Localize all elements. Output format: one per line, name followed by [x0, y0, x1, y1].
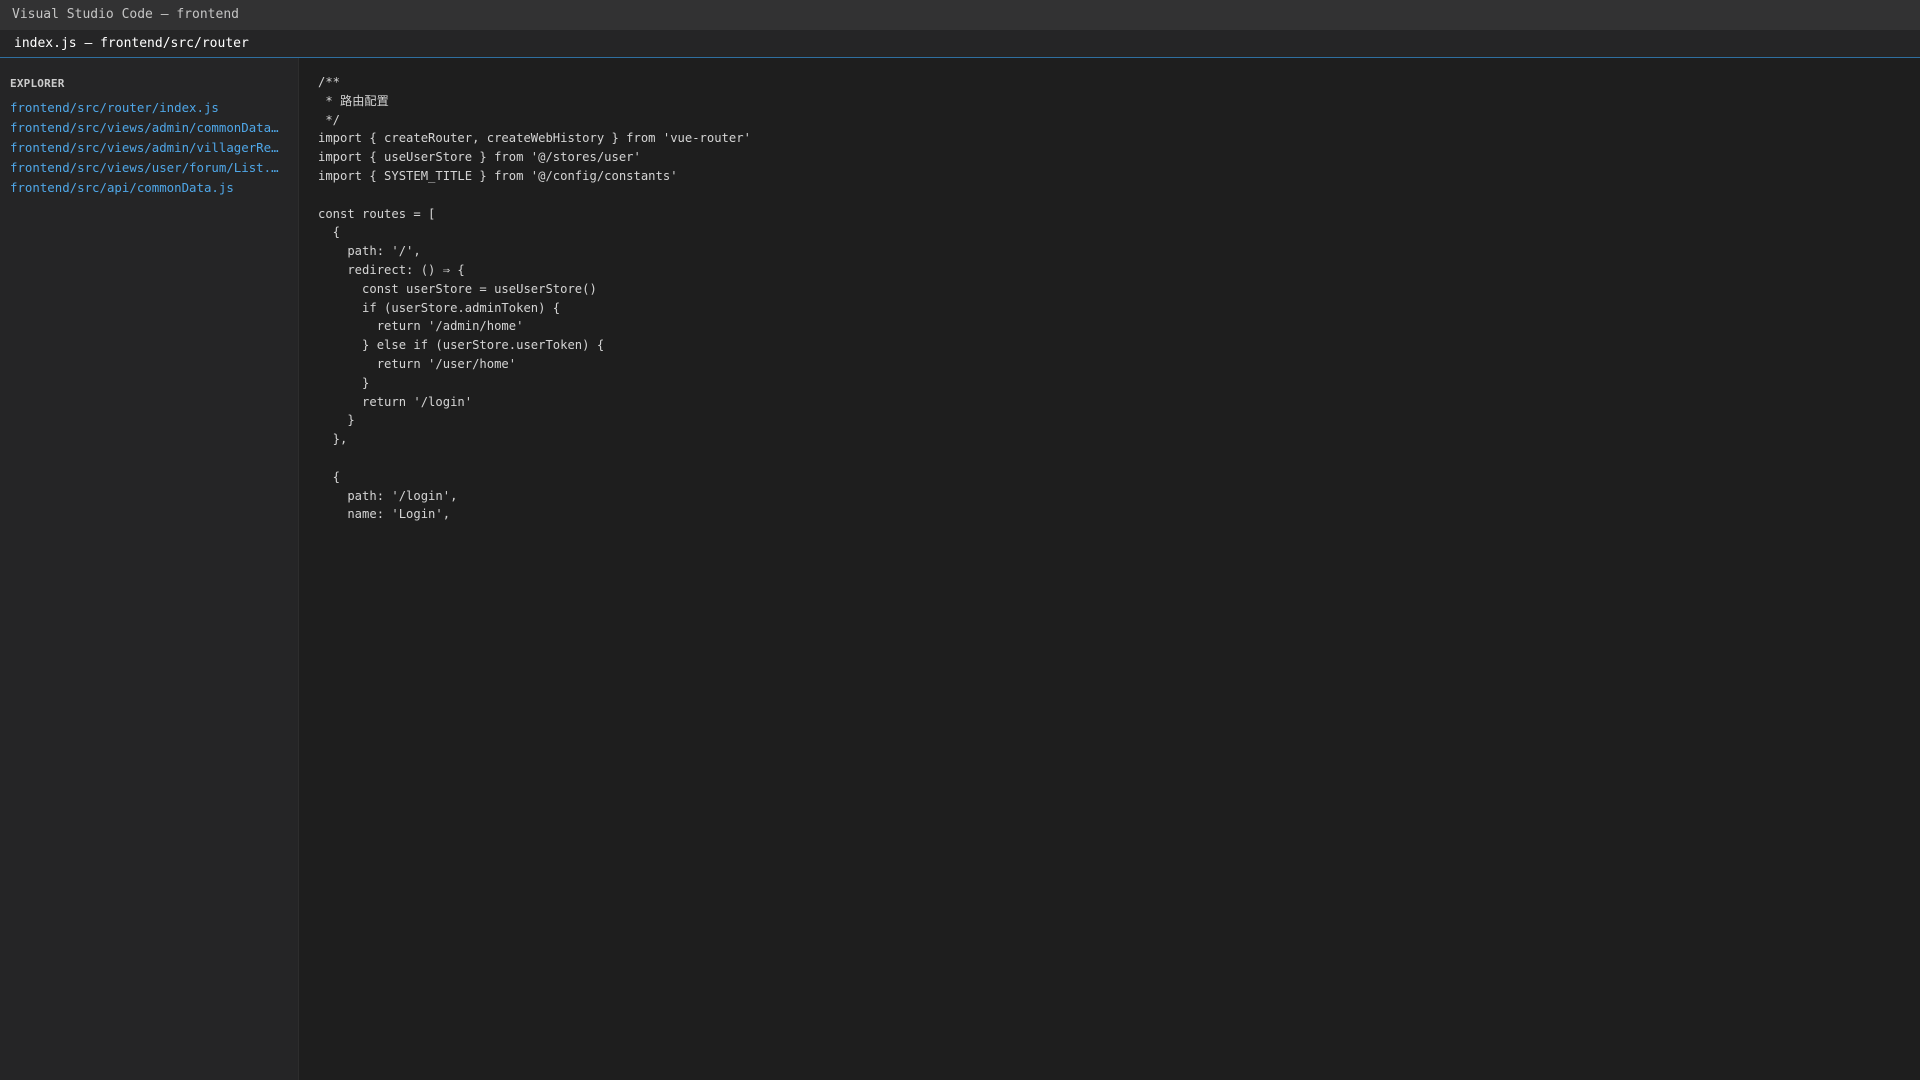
window-title: Visual Studio Code — frontend	[0, 0, 1920, 30]
code-line: /**	[318, 75, 341, 89]
code-line: {	[318, 469, 341, 484]
file-item-api-commondata[interactable]: frontend/src/api/commonData.js	[0, 178, 298, 198]
explorer-title: EXPLORER	[10, 77, 65, 90]
code-line: {	[318, 225, 341, 240]
code-line: name: 'Login',	[318, 507, 451, 522]
code-content[interactable]: /** * 路由配置 */ import { createRouter, cre…	[318, 73, 751, 524]
code-line: const routes = [	[318, 206, 436, 221]
code-line: } else if (userStore.userToken) {	[318, 338, 605, 353]
code-line: */	[318, 112, 341, 127]
file-list: frontend/src/router/index.js frontend/sr…	[0, 98, 298, 198]
code-editor[interactable]: /** * 路由配置 */ import { createRouter, cre…	[300, 58, 1920, 1080]
code-line: }	[318, 375, 370, 390]
file-item-admin-villagerreport-list[interactable]: frontend/src/views/admin/villagerReport/…	[0, 138, 298, 158]
explorer-sidebar: EXPLORER frontend/src/router/index.js fr…	[0, 58, 299, 1080]
code-line: path: '/',	[318, 244, 421, 259]
code-line: path: '/login',	[318, 488, 458, 503]
code-line: const userStore = useUserStore()	[318, 281, 597, 296]
code-line: },	[318, 432, 348, 447]
code-line: return '/login'	[318, 394, 473, 409]
code-line: * 路由配置	[318, 93, 389, 108]
tab-bar: index.js — frontend/src/router	[0, 30, 1920, 58]
file-item-user-forum-list[interactable]: frontend/src/views/user/forum/List.vue	[0, 158, 298, 178]
code-line: import { createRouter, createWebHistory …	[318, 131, 751, 146]
code-line: return '/admin/home'	[318, 319, 524, 334]
code-line: redirect: () ⇒ {	[318, 262, 465, 277]
code-line: import { SYSTEM_TITLE } from '@/config/c…	[318, 168, 678, 183]
code-line: return '/user/home'	[318, 356, 517, 371]
file-item-router-index[interactable]: frontend/src/router/index.js	[0, 98, 298, 118]
file-item-admin-commondata-list[interactable]: frontend/src/views/admin/commonData/List…	[0, 118, 298, 138]
code-line: import { useUserStore } from '@/stores/u…	[318, 150, 641, 165]
tab-index-js[interactable]: index.js — frontend/src/router	[0, 30, 263, 57]
code-line: }	[318, 413, 355, 428]
code-line: if (userStore.adminToken) {	[318, 300, 561, 315]
